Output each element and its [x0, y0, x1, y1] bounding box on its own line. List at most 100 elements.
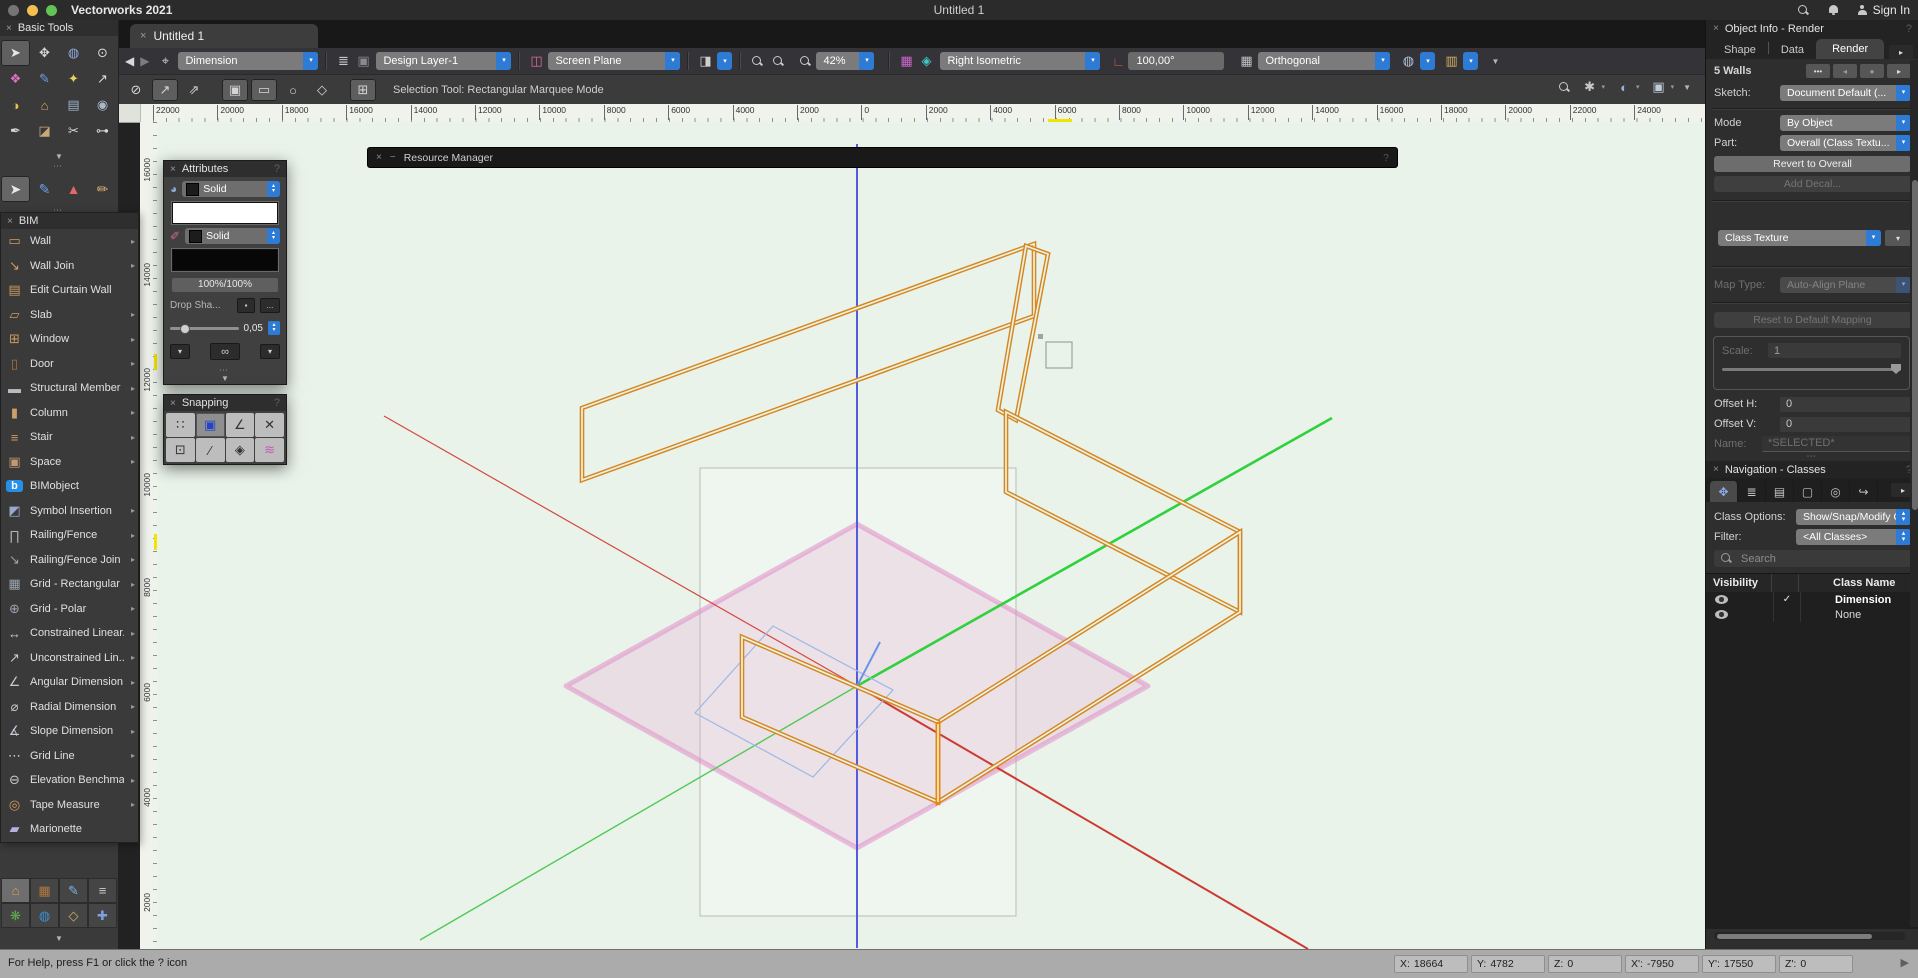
snap-angle[interactable]: ∠	[226, 413, 255, 437]
eyedropper-tool[interactable]: ✒	[1, 118, 30, 144]
render-options-button[interactable]: ◐ ▾	[1614, 80, 1640, 95]
toolset-site-model[interactable]: ◇	[59, 903, 88, 928]
mode-bar-overflow-icon[interactable]: ▼	[1683, 83, 1691, 92]
clip-cube-options-button[interactable]: ▣ ▾	[1649, 79, 1675, 95]
visibility-eye-icon[interactable]	[1715, 610, 1728, 619]
visibility-tool[interactable]: ◑	[1, 92, 30, 118]
back-button[interactable]: ◀	[122, 54, 137, 68]
interactive-scaling-disabled[interactable]: ↗	[152, 79, 178, 101]
bim-tool-unconstrained-lin[interactable]: ↗Unconstrained Lin...▸	[1, 646, 138, 671]
bim-tool-column[interactable]: ▮Column▸	[1, 401, 138, 426]
bim-tool-elevation-benchma[interactable]: ⊖Elevation Benchma...▸	[1, 768, 138, 793]
stepper-icon[interactable]: ▴▾	[268, 321, 280, 335]
scrollbar-thumb[interactable]	[1717, 934, 1872, 939]
bim-header[interactable]: × BIM	[1, 213, 138, 229]
close-icon[interactable]: ×	[376, 152, 382, 163]
active-class-check[interactable]: ✓	[1774, 592, 1801, 607]
add-decal-button[interactable]: Add Decal...	[1714, 176, 1911, 192]
line-weight-slider[interactable]	[170, 327, 239, 330]
bim-tool-railing-fence-join[interactable]: ↘Railing/Fence Join▸	[1, 548, 138, 573]
toolset-site-planning[interactable]: ❋	[1, 903, 30, 928]
close-icon[interactable]: ×	[7, 216, 13, 227]
help-icon[interactable]: ?	[1906, 23, 1912, 35]
tab-untitled-1[interactable]: × Untitled 1	[130, 24, 318, 48]
bim-tool-window[interactable]: ⊞Window▸	[1, 327, 138, 352]
chevron-down-icon[interactable]: ▾	[1420, 52, 1435, 70]
bim-tool-tape-measure[interactable]: ◎Tape Measure▸	[1, 793, 138, 818]
play-icon[interactable]: ▶	[1901, 956, 1909, 969]
mode-combo[interactable]: By Object ▾	[1780, 115, 1911, 131]
nav-viewports[interactable]: ▢	[1794, 481, 1822, 502]
nav-references[interactable]: ↪	[1850, 481, 1878, 502]
zoom-line-thickness-icon[interactable]	[1558, 81, 1571, 94]
current-object-button[interactable]: ●	[1860, 64, 1884, 78]
chevron-down-icon[interactable]: ▾	[717, 52, 732, 70]
move-by-points-mode[interactable]: ▣	[222, 79, 248, 101]
close-icon[interactable]: ×	[1713, 23, 1719, 34]
snap-object[interactable]: ▣	[196, 413, 225, 437]
tab-close-icon[interactable]: ×	[140, 30, 146, 42]
slider-knob[interactable]	[180, 324, 190, 334]
attribute-mapping-tool[interactable]: ❖	[1, 66, 30, 92]
move-by-points-tool[interactable]: ↗	[88, 66, 117, 92]
bim-tool-door[interactable]: ▯Door▸	[1, 352, 138, 377]
next-object-button[interactable]: ▸	[1887, 64, 1911, 78]
snap-distance[interactable]: ⊡	[166, 438, 195, 462]
bim-tool-slope-dimension[interactable]: ∡Slope Dimension▸	[1, 719, 138, 744]
search-icon[interactable]	[1797, 4, 1810, 17]
drawing-canvas[interactable]	[157, 122, 1705, 949]
fit-page-icon[interactable]	[772, 55, 785, 68]
snap-smart-edge[interactable]: ≋	[255, 438, 284, 462]
bim-tool-symbol-insertion[interactable]: ◩Symbol Insertion▸	[1, 499, 138, 524]
scale-field[interactable]: 1	[1768, 343, 1901, 358]
active-class-check[interactable]	[1774, 607, 1801, 622]
map-type-combo[interactable]: Auto-Align Plane ▾	[1780, 277, 1911, 293]
navigation-header[interactable]: × Navigation - Classes ?	[1706, 461, 1918, 478]
palette-collapse-icon[interactable]: ▼	[164, 374, 286, 384]
working-plane-icon[interactable]: ◈	[916, 53, 936, 69]
attributes-header[interactable]: × Attributes ?	[164, 161, 286, 177]
toolset-sketch[interactable]: ✏	[88, 176, 117, 202]
close-icon[interactable]: ×	[170, 164, 176, 175]
filter-combo[interactable]: <All Classes> ▴▾	[1796, 529, 1911, 545]
forward-button[interactable]: ▶	[137, 54, 152, 68]
scrollbar-thumb[interactable]	[1912, 180, 1918, 510]
disable-constraints[interactable]: ⊘	[123, 79, 149, 101]
unified-view-icon[interactable]: ▦	[896, 53, 916, 69]
toolset-building-shell[interactable]: ⌂	[1, 878, 30, 903]
wall-preferences-icon[interactable]: ◫	[526, 53, 546, 69]
lasso-marquee-mode[interactable]: ○	[280, 79, 306, 101]
toolset-3d[interactable]: ▲	[59, 176, 88, 202]
chevron-down-icon[interactable]: ▾	[1463, 52, 1478, 70]
toolset-mep[interactable]: ✚	[88, 903, 117, 928]
bim-tool-slab[interactable]: ▱Slab▸	[1, 303, 138, 328]
rotation-axis-icon[interactable]: ∟	[1108, 54, 1128, 69]
background-render-icon[interactable]: ▥	[1441, 53, 1461, 69]
nav-sheet-layers[interactable]: ▤	[1766, 481, 1794, 502]
toolset-structural[interactable]: ≡	[88, 878, 117, 903]
snap-grid[interactable]: ∷	[166, 413, 195, 437]
fill-style-combo[interactable]: Solid ▴▾	[182, 181, 280, 197]
more-options-button[interactable]: •••	[1806, 64, 1830, 78]
horizontal-scrollbar[interactable]	[1714, 932, 1905, 940]
scale-slider[interactable]	[1722, 368, 1901, 371]
layers-icon[interactable]: ≣	[333, 53, 353, 69]
close-icon[interactable]: ×	[1713, 464, 1719, 475]
active-plane-combo[interactable]: Screen Plane ▾	[548, 52, 680, 70]
pan-tool[interactable]: ✥	[30, 40, 59, 66]
panel-divider-dots[interactable]: ⋯	[1706, 452, 1918, 460]
selection-tool[interactable]: ➤	[1, 40, 30, 66]
snap-intersection[interactable]: ✕	[255, 413, 284, 437]
opacity-button[interactable]: 100%/100%	[172, 278, 278, 292]
magic-wand-tool[interactable]: ✦	[59, 66, 88, 92]
toolset-geo[interactable]: ◍	[30, 903, 59, 928]
bim-tool-grid-line[interactable]: ⋯Grid Line▸	[1, 744, 138, 769]
fill-color-swatch[interactable]	[172, 202, 278, 224]
prev-object-button[interactable]: ◂	[1833, 64, 1857, 78]
offset-h-field[interactable]: 0	[1780, 397, 1911, 412]
link-attributes-button[interactable]: ∞	[210, 343, 240, 360]
bim-tool-wall-join[interactable]: ↘Wall Join▸	[1, 254, 138, 279]
toolsets-overflow-icon[interactable]: ▼	[0, 934, 118, 944]
drop-shadow-more-button[interactable]: ...	[260, 298, 280, 313]
walkthrough-tool[interactable]: ▤	[59, 92, 88, 118]
